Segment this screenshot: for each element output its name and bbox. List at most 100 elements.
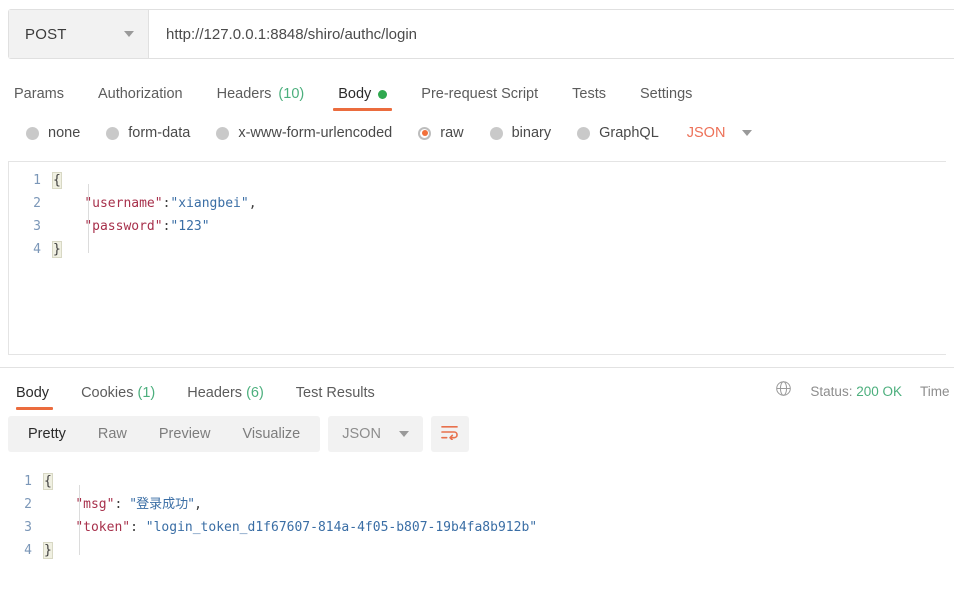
tab-params-label: Params [14, 86, 64, 102]
response-time-label: Time [920, 383, 950, 399]
body-type-urlencoded-label: x-www-form-urlencoded [238, 125, 393, 141]
code-token-value: "xiangbei" [170, 196, 249, 211]
code-token-comma: , [194, 497, 202, 512]
view-mode-pretty[interactable]: Pretty [12, 416, 82, 452]
tab-headers-count: (10) [278, 86, 305, 102]
response-tab-bar: Body Cookies (1) Headers (6) Test Result… [0, 371, 954, 411]
code-line: 4 } [9, 238, 946, 261]
body-type-radio-group: none form-data x-www-form-urlencoded raw… [0, 116, 954, 150]
wrap-text-button[interactable] [430, 416, 469, 452]
request-tab-bar: Params Authorization Headers (10) Body P… [0, 73, 954, 111]
code-token-colon: : [114, 497, 131, 512]
tab-headers-label: Headers [216, 86, 272, 102]
body-type-raw[interactable]: raw [418, 125, 464, 141]
response-format-select[interactable]: JSON [328, 416, 423, 452]
tab-headers[interactable]: Headers (10) [200, 86, 322, 111]
response-tab-headers-label: Headers [187, 385, 243, 401]
radio-icon [216, 126, 230, 140]
code-token-brace: { [43, 473, 53, 490]
response-tab-headers-count: (6) [246, 385, 264, 401]
request-url-bar: POST http://127.0.0.1:8848/shiro/authc/l… [8, 9, 954, 59]
request-url-input[interactable]: http://127.0.0.1:8848/shiro/authc/login [149, 10, 954, 58]
view-mode-raw[interactable]: Raw [82, 416, 143, 452]
response-tab-test-results[interactable]: Test Results [280, 385, 391, 410]
code-token-colon: : [130, 520, 146, 535]
response-tab-test-results-label: Test Results [295, 385, 375, 401]
body-type-binary[interactable]: binary [489, 125, 551, 141]
response-tab-cookies-label: Cookies [81, 385, 134, 401]
code-token-brace: { [52, 172, 62, 189]
view-mode-visualize[interactable]: Visualize [226, 416, 316, 452]
tab-pre-request-script[interactable]: Pre-request Script [404, 86, 555, 111]
response-view-mode-group: Pretty Raw Preview Visualize [8, 416, 321, 452]
tab-tests[interactable]: Tests [555, 86, 623, 111]
body-type-none[interactable]: none [26, 125, 80, 141]
tab-pre-request-script-label: Pre-request Script [421, 86, 539, 102]
tab-body[interactable]: Body [321, 86, 404, 111]
response-tab-body[interactable]: Body [8, 385, 65, 410]
code-token-brace: } [52, 241, 62, 258]
code-line: 2 "msg": "登录成功", [0, 493, 954, 516]
response-tab-cookies[interactable]: Cookies (1) [65, 385, 171, 410]
line-number: 3 [33, 219, 41, 234]
chevron-down-icon [124, 31, 134, 37]
response-tab-headers[interactable]: Headers (6) [171, 385, 280, 410]
line-number: 4 [24, 543, 32, 558]
response-status-area: Status: 200 OK Time [775, 380, 954, 402]
body-has-content-dot-icon [378, 89, 388, 99]
code-token-key: "password" [84, 219, 163, 234]
tab-authorization-label: Authorization [97, 86, 183, 102]
raw-format-select[interactable]: JSON [687, 125, 753, 141]
body-type-graphql[interactable]: GraphQL [577, 125, 659, 141]
body-type-form-data-label: form-data [128, 125, 191, 141]
response-tab-body-label: Body [16, 385, 50, 401]
tab-settings[interactable]: Settings [623, 86, 709, 111]
code-token-brace: } [43, 542, 53, 559]
raw-format-label: JSON [686, 125, 726, 141]
response-view-toolbar: Pretty Raw Preview Visualize JSON [0, 416, 954, 452]
indent-guide [79, 485, 80, 555]
code-token-key: "username" [84, 196, 163, 211]
http-method-select[interactable]: POST [9, 10, 149, 58]
globe-icon[interactable] [775, 380, 792, 402]
code-token-key: "msg" [75, 497, 115, 512]
code-line: 3 "token": "login_token_d1f67607-814a-4f… [0, 516, 954, 539]
body-type-form-data[interactable]: form-data [106, 125, 190, 141]
chevron-down-icon [398, 431, 409, 437]
code-line: 3 "password":"123" [9, 215, 946, 238]
line-number: 2 [33, 196, 41, 211]
code-line: 1 { [9, 169, 946, 192]
wrap-text-icon [440, 424, 459, 445]
code-token-comma: , [248, 196, 257, 211]
body-type-none-label: none [48, 125, 81, 141]
line-number: 1 [24, 474, 32, 489]
radio-icon [26, 126, 39, 140]
body-type-urlencoded[interactable]: x-www-form-urlencoded [216, 125, 392, 141]
status-label: Status: [810, 383, 853, 399]
line-number: 4 [33, 242, 41, 257]
response-format-label: JSON [342, 426, 381, 442]
response-body-viewer[interactable]: 1 { 2 "msg": "登录成功", 3 "token": "login_t… [0, 463, 954, 559]
request-body-editor[interactable]: 1 { 2 "username":"xiangbei", 3 "password… [8, 161, 946, 355]
radio-icon [577, 126, 591, 140]
tab-settings-label: Settings [639, 86, 693, 102]
tab-authorization[interactable]: Authorization [81, 86, 200, 111]
response-tabs: Body Cookies (1) Headers (6) Test Result… [8, 372, 391, 410]
radio-icon [106, 126, 120, 140]
radio-selected-icon [418, 126, 432, 140]
response-code: 1 { 2 "msg": "登录成功", 3 "token": "login_t… [0, 463, 954, 559]
code-line: 2 "username":"xiangbei", [9, 192, 946, 215]
request-code: 1 { 2 "username":"xiangbei", 3 "password… [9, 162, 946, 261]
radio-icon [489, 126, 503, 140]
http-method-label: POST [25, 25, 67, 43]
code-token-value: "login_token_d1f67607-814a-4f05-b807-19b… [145, 520, 538, 535]
tab-tests-label: Tests [572, 86, 606, 102]
tab-params[interactable]: Params [14, 86, 81, 111]
tab-body-label: Body [338, 86, 372, 102]
view-mode-preview[interactable]: Preview [143, 416, 227, 452]
status-value: 200 OK [856, 383, 902, 399]
line-number: 3 [24, 520, 32, 535]
code-line: 4 } [0, 539, 954, 559]
response-tab-cookies-count: (1) [137, 385, 156, 401]
code-line: 1 { [0, 470, 954, 493]
